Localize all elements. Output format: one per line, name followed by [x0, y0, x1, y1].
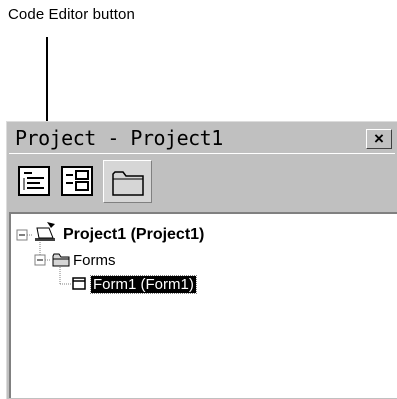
- forms-collapse-box[interactable]: [34, 254, 46, 266]
- project-explorer-window: Project - Project1 × Project1 (Project1)…: [6, 121, 397, 399]
- close-icon: ×: [374, 129, 384, 148]
- forms-folder-icon: [52, 253, 70, 267]
- project-icon: [35, 222, 55, 241]
- code-editor-icon: [18, 166, 50, 196]
- title-bar[interactable]: Project - Project1 ×: [9, 124, 395, 151]
- close-button[interactable]: ×: [366, 129, 392, 149]
- view-object-button[interactable]: [61, 166, 93, 196]
- tree-item-project[interactable]: Project1 (Project1): [63, 226, 204, 244]
- callout-label: Code Editor button: [8, 6, 135, 23]
- window-title: Project - Project1: [15, 126, 223, 150]
- form-icon: [72, 277, 86, 290]
- project-toolbar: [9, 153, 395, 208]
- toggle-folders-button[interactable]: [103, 160, 152, 203]
- view-code-button[interactable]: [18, 166, 50, 196]
- tree-item-form1[interactable]: Form1 (Form1): [90, 275, 197, 294]
- project-tree[interactable]: Project1 (Project1) Forms Form1 (Form1): [9, 212, 397, 398]
- tree-item-forms[interactable]: Forms: [73, 252, 116, 269]
- view-object-icon: [61, 166, 93, 196]
- project-collapse-box[interactable]: [16, 229, 28, 241]
- folder-icon: [112, 171, 144, 196]
